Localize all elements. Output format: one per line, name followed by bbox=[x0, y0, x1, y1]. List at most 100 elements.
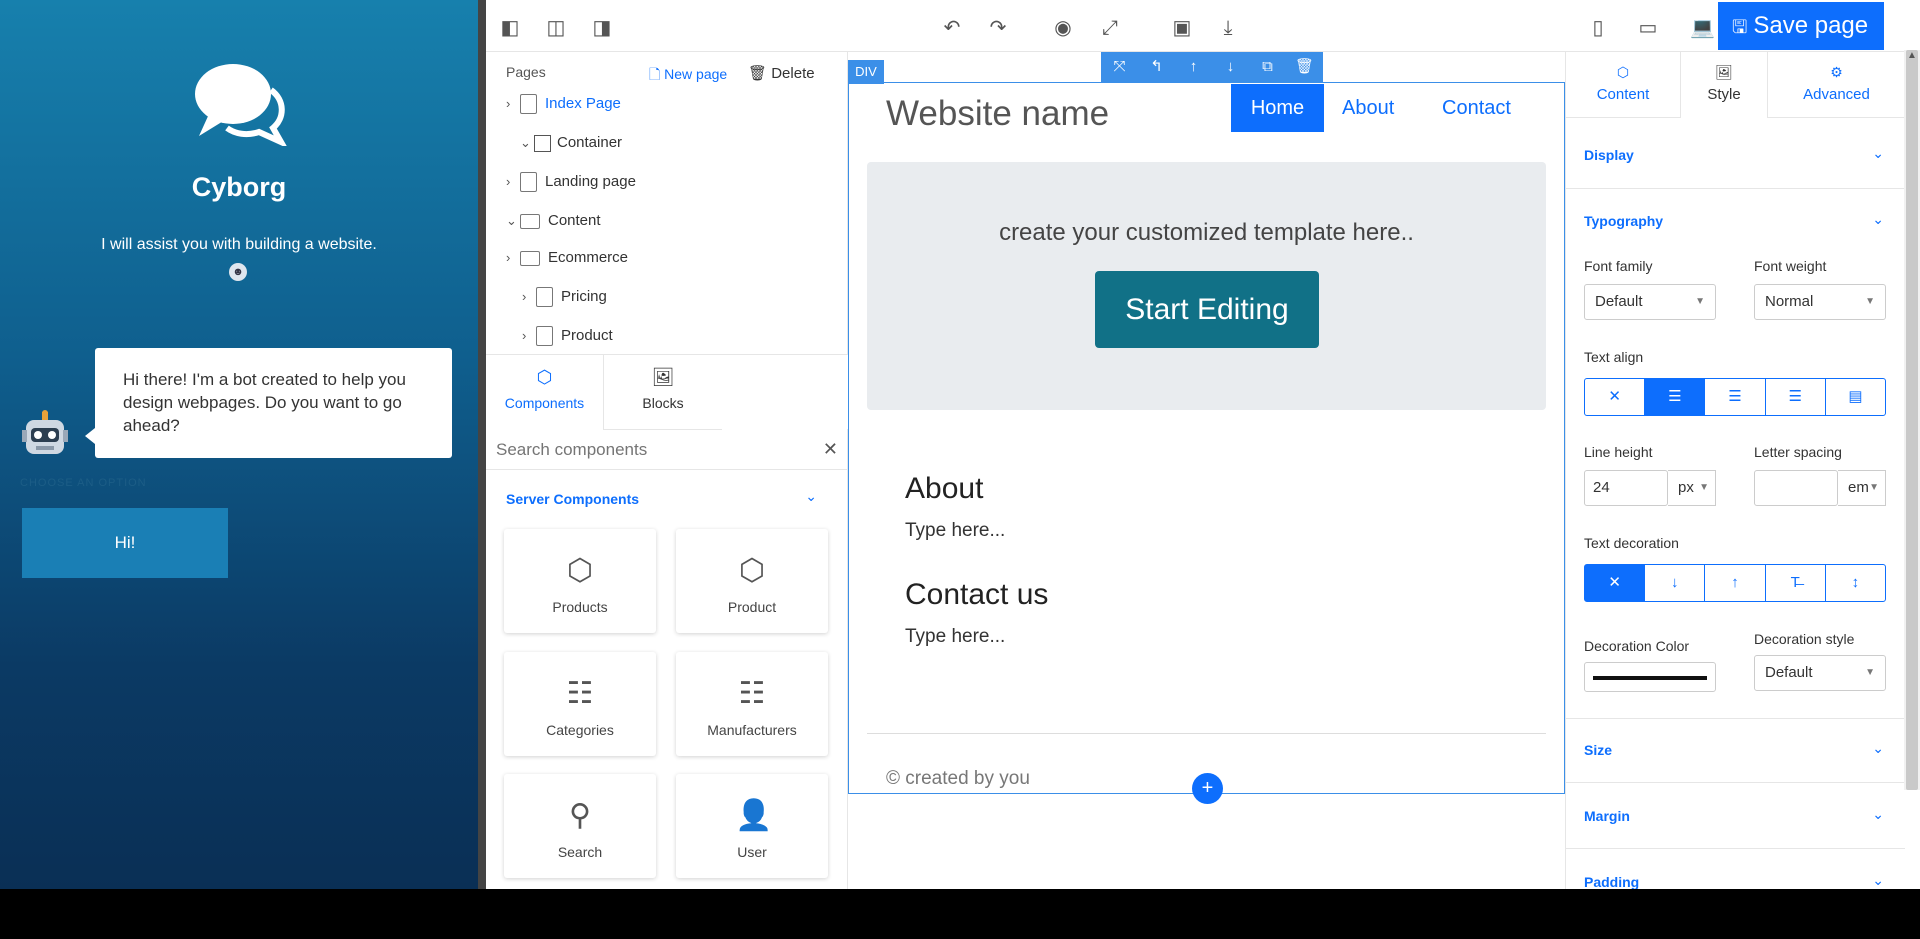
layout-right-panel-icon[interactable]: ◨ bbox=[590, 16, 614, 40]
component-categories[interactable]: ☷ Categories bbox=[504, 652, 656, 756]
component-product[interactable]: ⬡ Product bbox=[676, 529, 828, 633]
move-down-icon[interactable]: ↓ bbox=[1212, 52, 1249, 82]
about-heading[interactable]: About bbox=[905, 472, 983, 506]
delete-icon[interactable]: 🗑 bbox=[1286, 52, 1323, 82]
select-parent-icon[interactable]: ↰ bbox=[1138, 52, 1175, 82]
tree-item-label: Landing page bbox=[545, 173, 636, 190]
download-icon[interactable]: ⤓ bbox=[1216, 16, 1240, 40]
contact-text[interactable]: Type here... bbox=[905, 626, 1005, 648]
tree-item-container[interactable]: ⌄ Container bbox=[520, 132, 622, 154]
clone-icon[interactable]: ⧉ bbox=[1249, 52, 1286, 82]
tree-item-landing-page[interactable]: › Landing page bbox=[506, 171, 636, 193]
undo-icon[interactable]: ↶ bbox=[940, 16, 964, 40]
line-height-input[interactable]: 24 bbox=[1584, 470, 1668, 506]
component-search[interactable]: ⚲ Search bbox=[504, 774, 656, 878]
layout-split-icon[interactable]: ◫ bbox=[544, 16, 568, 40]
display-section-title[interactable]: Display bbox=[1584, 147, 1634, 163]
desktop-view-icon[interactable]: 💻 bbox=[1690, 16, 1715, 40]
decoration-both-icon[interactable]: ↕ bbox=[1826, 565, 1885, 601]
overline-icon[interactable]: ↑ bbox=[1705, 565, 1766, 601]
tablet-view-icon[interactable]: ▭ bbox=[1636, 16, 1660, 40]
font-family-select[interactable]: Default ▼ bbox=[1584, 284, 1716, 320]
margin-section-title[interactable]: Margin bbox=[1584, 808, 1630, 824]
component-user[interactable]: 👤 User bbox=[676, 774, 828, 878]
search-components-input[interactable] bbox=[496, 436, 806, 464]
site-name[interactable]: Website name bbox=[886, 94, 1109, 134]
search-row: ✕ bbox=[486, 430, 848, 470]
chevron-down-icon[interactable]: ⌄ bbox=[805, 488, 817, 505]
editor-canvas[interactable]: DIV ⤧ ↰ ↑ ↓ ⧉ 🗑 Website name Home About Conta… bbox=[848, 52, 1565, 889]
left-tabs: ⬡ Components 🖼 Blocks bbox=[486, 354, 848, 430]
align-justify-icon[interactable]: ▤ bbox=[1826, 379, 1885, 415]
chevron-right-icon: › bbox=[506, 250, 511, 265]
tree-item-content[interactable]: ⌄ Content bbox=[506, 210, 601, 232]
nav-about[interactable]: About bbox=[1342, 84, 1394, 132]
typography-section-title[interactable]: Typography bbox=[1584, 213, 1663, 229]
align-right-icon[interactable]: ☰ bbox=[1766, 379, 1826, 415]
scroll-up-icon[interactable]: ▲ bbox=[1906, 50, 1918, 64]
server-components-header[interactable]: Server Components bbox=[506, 491, 639, 507]
hi-option-button[interactable]: Hi! bbox=[22, 508, 228, 578]
preview-eye-icon[interactable]: ◉ bbox=[1051, 16, 1075, 40]
decoration-none-icon[interactable]: ✕ bbox=[1585, 565, 1646, 601]
contact-heading[interactable]: Contact us bbox=[905, 578, 1048, 612]
footer-text[interactable]: © created by you bbox=[886, 768, 1030, 790]
layout-left-panel-icon[interactable]: ◧ bbox=[498, 16, 522, 40]
align-center-icon[interactable]: ☰ bbox=[1705, 379, 1766, 415]
component-label: User bbox=[737, 844, 767, 860]
nav-home[interactable]: Home bbox=[1231, 84, 1324, 132]
add-block-button[interactable]: + bbox=[1192, 773, 1223, 804]
nav-contact[interactable]: Contact bbox=[1442, 84, 1511, 132]
save-disk-icon[interactable]: ▣ bbox=[1170, 16, 1194, 40]
line-height-unit-select[interactable]: px ▼ bbox=[1668, 470, 1716, 506]
align-left-icon[interactable]: ☰ bbox=[1645, 379, 1706, 415]
decoration-style-label: Decoration style bbox=[1754, 631, 1855, 647]
size-section-title[interactable]: Size bbox=[1584, 742, 1612, 758]
mobile-view-icon[interactable]: ▯ bbox=[1586, 16, 1610, 40]
fullscreen-icon[interactable]: ⤢ bbox=[1098, 16, 1122, 40]
tree-item-product[interactable]: › Product bbox=[522, 325, 613, 347]
tab-components[interactable]: ⬡ Components bbox=[486, 355, 604, 430]
component-manufacturers[interactable]: ☷ Manufacturers bbox=[676, 652, 828, 756]
hero-section[interactable]: create your customized template here.. S… bbox=[867, 162, 1546, 410]
font-weight-select[interactable]: Normal ▼ bbox=[1754, 284, 1886, 320]
scrollbar-thumb[interactable] bbox=[1906, 50, 1918, 790]
letter-spacing-unit-select[interactable]: em ▼ bbox=[1838, 470, 1886, 506]
chevron-down-icon[interactable]: ⌄ bbox=[1872, 145, 1884, 162]
align-none-icon[interactable]: ✕ bbox=[1585, 379, 1646, 415]
save-page-button[interactable]: 🖫 Save page bbox=[1718, 2, 1884, 50]
hero-text[interactable]: create your customized template here.. bbox=[867, 219, 1546, 247]
chevron-down-icon[interactable]: ⌄ bbox=[1872, 740, 1884, 757]
new-page-button[interactable]: 🗋 New page bbox=[649, 64, 727, 88]
padding-section-title[interactable]: Padding bbox=[1584, 874, 1639, 889]
decoration-color-picker[interactable] bbox=[1584, 662, 1716, 692]
tab-blocks-label: Blocks bbox=[642, 395, 684, 411]
tree-item-ecommerce[interactable]: › Ecommerce bbox=[506, 247, 628, 269]
caret-down-icon: ▼ bbox=[1699, 482, 1709, 493]
start-editing-button[interactable]: Start Editing bbox=[1095, 271, 1319, 348]
caret-down-icon: ▼ bbox=[1695, 296, 1705, 307]
decoration-style-select[interactable]: Default ▼ bbox=[1754, 655, 1886, 691]
component-products[interactable]: ⬡ Products bbox=[504, 529, 656, 633]
chevron-down-icon[interactable]: ⌄ bbox=[1872, 211, 1884, 228]
line-through-icon[interactable]: T̶ bbox=[1766, 565, 1826, 601]
tab-content[interactable]: ⬡ Content bbox=[1566, 52, 1680, 118]
tree-item-index-page[interactable]: › Index Page bbox=[506, 93, 621, 115]
tab-advanced[interactable]: ⚙ Advanced bbox=[1768, 52, 1905, 118]
tree-item-pricing[interactable]: › Pricing bbox=[522, 286, 607, 308]
move-up-icon[interactable]: ↑ bbox=[1175, 52, 1212, 82]
letter-spacing-input[interactable] bbox=[1754, 470, 1838, 506]
chat-panel: Cyborg I will assist you with building a… bbox=[0, 0, 478, 889]
redo-icon[interactable]: ↷ bbox=[986, 16, 1010, 40]
tab-style[interactable]: 🖼 Style bbox=[1680, 52, 1768, 118]
tab-blocks[interactable]: 🖼 Blocks bbox=[604, 355, 722, 430]
chat-subtitle: I will assist you with building a websit… bbox=[101, 236, 377, 253]
chevron-down-icon[interactable]: ⌄ bbox=[1872, 872, 1884, 889]
close-icon[interactable]: ✕ bbox=[823, 439, 838, 460]
underline-icon[interactable]: ↓ bbox=[1645, 565, 1706, 601]
delete-page-button[interactable]: 🗑 Delete bbox=[748, 64, 815, 82]
about-text[interactable]: Type here... bbox=[905, 520, 1005, 542]
move-icon[interactable]: ⤧ bbox=[1101, 52, 1138, 82]
right-panel: ⬡ Content 🖼 Style ⚙ Advanced Display ⌄ Typo… bbox=[1565, 52, 1905, 889]
chevron-down-icon[interactable]: ⌄ bbox=[1872, 806, 1884, 823]
